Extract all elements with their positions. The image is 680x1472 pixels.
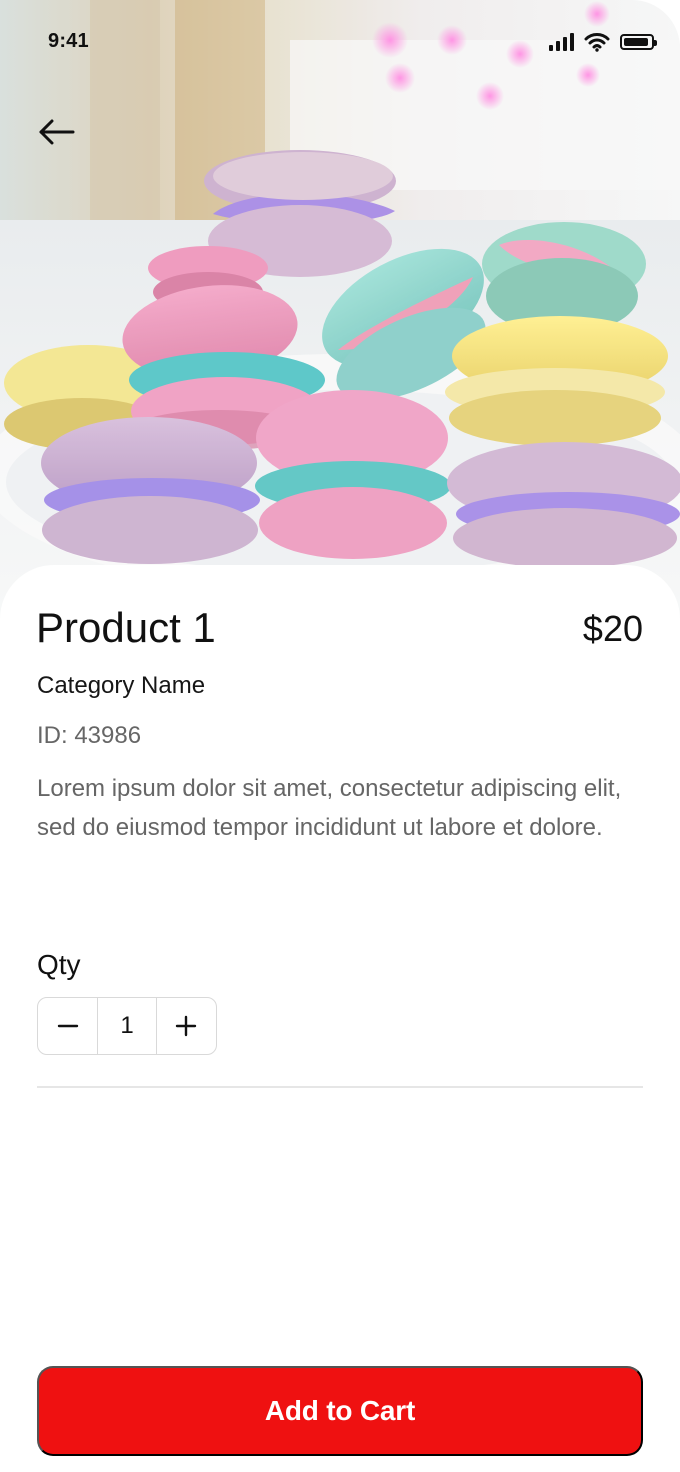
- quantity-value[interactable]: 1: [97, 998, 157, 1054]
- product-title: Product 1: [36, 604, 216, 651]
- wifi-icon: [584, 33, 610, 52]
- signal-icon: [549, 33, 574, 51]
- product-detail-screen: 9:41 Product 1 $20 Category Name ID: 439…: [0, 0, 680, 1472]
- decrement-quantity-button[interactable]: [38, 998, 97, 1054]
- product-hero-image: [0, 0, 680, 620]
- minus-icon: [57, 1024, 78, 1028]
- product-price: $20: [582, 608, 643, 649]
- battery-icon: [620, 34, 657, 50]
- quantity-stepper: 1: [37, 997, 217, 1055]
- section-divider: [37, 1086, 643, 1088]
- plus-icon: [176, 1015, 197, 1037]
- product-description: Lorem ipsum dolor sit amet, consectetur …: [37, 775, 622, 841]
- status-time: 9:41: [48, 30, 89, 52]
- macarons-photo: [0, 0, 680, 620]
- status-bar: 9:41: [0, 0, 680, 88]
- add-to-cart-button[interactable]: Add to Cart: [37, 1366, 643, 1456]
- increment-quantity-button[interactable]: [157, 998, 216, 1054]
- product-title-row: Product 1 $20: [36, 603, 643, 659]
- product-details-card: Product 1 $20 Category Name ID: 43986 Lo…: [0, 565, 680, 1472]
- back-button[interactable]: [30, 110, 82, 154]
- product-category: Category Name: [37, 672, 206, 699]
- product-id: ID: 43986: [37, 722, 142, 749]
- quantity-label: Qty: [37, 949, 81, 980]
- status-icons: [549, 32, 657, 52]
- back-arrow-icon: [39, 119, 75, 145]
